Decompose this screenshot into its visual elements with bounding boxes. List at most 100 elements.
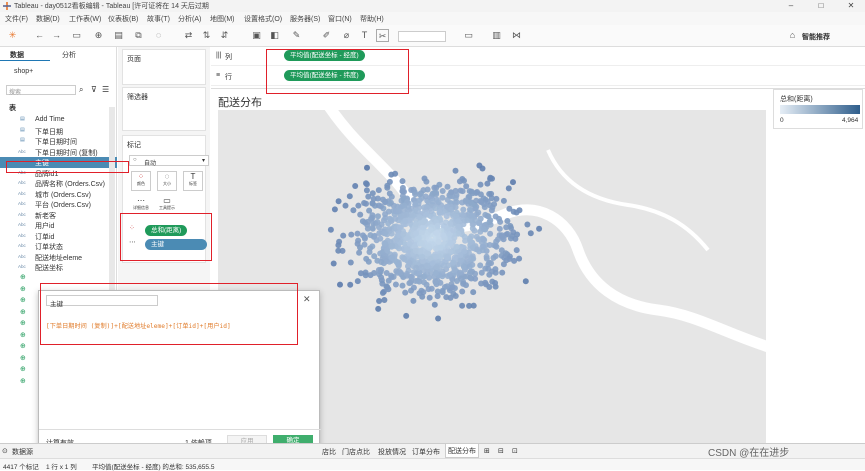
field-item[interactable]: Abc 平台 (Orders.Csv) bbox=[0, 199, 117, 210]
fit-dropdown[interactable] bbox=[398, 31, 446, 42]
map-point bbox=[382, 198, 389, 205]
tableau-home-icon[interactable]: ✳ bbox=[6, 29, 19, 42]
geo-field-icon[interactable]: ⊕ bbox=[20, 285, 26, 293]
menu-help[interactable]: 帮助(H) bbox=[360, 14, 384, 24]
menu-format[interactable]: 设置格式(O) bbox=[244, 14, 282, 24]
color-button[interactable]: ⁘ 颜色 bbox=[131, 171, 151, 191]
field-item[interactable]: Abc 配送坐标 bbox=[0, 262, 117, 273]
geo-field-icon[interactable]: ⊕ bbox=[20, 331, 26, 339]
new-dashboard-tab-icon[interactable]: ⊟ bbox=[498, 447, 504, 455]
field-item[interactable]: Abc 用户id bbox=[0, 220, 117, 231]
field-item[interactable]: ▤ 下单日期 bbox=[0, 126, 117, 137]
map-point bbox=[444, 283, 451, 290]
show-me-icon[interactable]: ⌂ bbox=[786, 29, 799, 42]
sheet-tab-active[interactable]: 配送分布 bbox=[445, 444, 479, 458]
attach-icon[interactable]: ⌀ bbox=[340, 29, 353, 42]
field-item[interactable]: Abc 订单id bbox=[0, 231, 117, 242]
view-list-icon[interactable]: ☰ bbox=[102, 85, 109, 94]
auto-update-icon[interactable]: ◌ bbox=[152, 29, 165, 42]
datasource-tab[interactable]: 数据源 bbox=[12, 447, 33, 457]
geo-field-icon[interactable]: ⊕ bbox=[20, 273, 26, 281]
duplicate-sheet-icon[interactable]: ⧉ bbox=[132, 29, 145, 42]
sort-desc-icon[interactable]: ⇵ bbox=[218, 29, 231, 42]
save-icon[interactable]: ▭ bbox=[70, 29, 83, 42]
highlight-icon[interactable]: ✎ bbox=[290, 29, 303, 42]
field-item[interactable]: Abc 新老客 bbox=[0, 210, 117, 221]
legend-max: 4,964 bbox=[842, 117, 859, 124]
sheet-tab-1[interactable]: 店比 bbox=[322, 447, 336, 457]
map-point bbox=[406, 259, 413, 266]
field-item[interactable]: ▤ 下单日期时间 bbox=[0, 136, 117, 147]
label-button[interactable]: T 标签 bbox=[183, 171, 203, 191]
group-icon[interactable]: ▣ bbox=[250, 29, 263, 42]
search-input[interactable]: 搜索 bbox=[6, 85, 76, 96]
new-datasource-icon[interactable]: ⊕ bbox=[92, 29, 105, 42]
share-icon[interactable]: ⋈ bbox=[510, 29, 523, 42]
new-sheet-tab-icon[interactable]: ⊞ bbox=[484, 447, 490, 455]
color-legend[interactable]: 总和(距离) 0 4,964 bbox=[773, 89, 863, 129]
map-point bbox=[388, 193, 395, 200]
new-sheet-icon[interactable]: ▤ bbox=[112, 29, 125, 42]
menu-worksheet[interactable]: 工作表(W) bbox=[69, 14, 101, 24]
field-label: 订单id bbox=[35, 233, 55, 241]
maximize-button[interactable]: □ bbox=[810, 0, 832, 12]
pin-icon[interactable]: ✂ bbox=[376, 29, 389, 42]
map-point bbox=[355, 202, 362, 209]
sheet-tab-2[interactable]: 门店点比 bbox=[342, 447, 370, 457]
pages-card[interactable]: 页面 bbox=[122, 49, 206, 85]
mark-type-dropdown[interactable]: ○ 自动 ▾ bbox=[129, 155, 209, 167]
datasource-name[interactable]: shop+ bbox=[14, 68, 33, 75]
menu-dashboard[interactable]: 仪表板(B) bbox=[108, 14, 138, 24]
geo-field-icon[interactable]: ⊕ bbox=[20, 319, 26, 327]
field-item[interactable]: Abc 品牌名称 (Orders.Csv) bbox=[0, 178, 117, 189]
tab-analytics[interactable]: 分析 bbox=[62, 50, 76, 60]
map-point bbox=[436, 209, 443, 216]
geo-field-icon[interactable]: ⊕ bbox=[20, 365, 26, 373]
menu-file[interactable]: 文件(F) bbox=[5, 14, 28, 24]
geo-field-icon[interactable]: ⊕ bbox=[20, 342, 26, 350]
geo-field-icon[interactable]: ⊕ bbox=[20, 308, 26, 316]
menu-analysis[interactable]: 分析(A) bbox=[178, 14, 201, 24]
menu-data[interactable]: 数据(D) bbox=[36, 14, 60, 24]
close-icon[interactable]: ✕ bbox=[303, 294, 311, 305]
show-me-button[interactable]: 智能推荐 bbox=[802, 32, 830, 42]
new-story-tab-icon[interactable]: ⊡ bbox=[512, 447, 518, 455]
tab-data[interactable]: 数据 bbox=[10, 50, 24, 60]
menu-window[interactable]: 窗口(N) bbox=[328, 14, 352, 24]
sheet-tab-3[interactable]: 投放情况 bbox=[378, 447, 406, 457]
filter-icon[interactable]: ⊽ bbox=[91, 85, 97, 94]
chart-icon[interactable]: ▥ bbox=[490, 29, 503, 42]
undo-icon[interactable]: ← bbox=[33, 29, 46, 42]
geo-field-icon[interactable]: ⊕ bbox=[20, 377, 26, 385]
filters-card-title: 筛选器 bbox=[127, 94, 148, 101]
map-point bbox=[434, 293, 441, 300]
field-item[interactable]: Abc 订单状态 bbox=[0, 241, 117, 252]
redo-icon[interactable]: → bbox=[50, 29, 63, 42]
sort-asc-icon[interactable]: ⇅ bbox=[200, 29, 213, 42]
map-point bbox=[524, 221, 531, 228]
minimize-button[interactable]: – bbox=[780, 0, 802, 12]
menu-story[interactable]: 故事(T) bbox=[147, 14, 170, 24]
text-icon[interactable]: T bbox=[358, 29, 371, 42]
size-button[interactable]: ◌ 大小 bbox=[157, 171, 177, 191]
label-icon[interactable]: ◧ bbox=[268, 29, 281, 42]
map-point bbox=[453, 243, 460, 250]
menu-map[interactable]: 地图(M) bbox=[210, 14, 235, 24]
search-icon[interactable]: ⌕ bbox=[79, 85, 83, 95]
map-point bbox=[479, 247, 486, 254]
swap-icon[interactable]: ⇄ bbox=[182, 29, 195, 42]
field-item[interactable]: Abc 配送地址eleme bbox=[0, 252, 117, 263]
toolbar: ✳ ← → ▭ ⊕ ▤ ⧉ ◌ ⇄ ⇅ ⇵ ▣ ◧ ✎ ✐ ⌀ T ✂ ▭ ▥ … bbox=[0, 25, 865, 47]
close-window-button[interactable]: ✕ bbox=[840, 0, 862, 12]
menu-server[interactable]: 服务器(S) bbox=[290, 14, 320, 24]
field-item[interactable]: ▤ Add Time bbox=[0, 115, 117, 126]
pen-icon[interactable]: ✐ bbox=[320, 29, 333, 42]
map-point bbox=[401, 256, 408, 263]
field-item[interactable]: Abc 下单日期时间 (复制) bbox=[0, 147, 117, 158]
field-item[interactable]: Abc 城市 (Orders.Csv) bbox=[0, 189, 117, 200]
geo-field-icon[interactable]: ⊕ bbox=[20, 296, 26, 304]
sheet-tab-4[interactable]: 订单分布 bbox=[412, 447, 440, 457]
geo-field-icon[interactable]: ⊕ bbox=[20, 354, 26, 362]
presentation-icon[interactable]: ▭ bbox=[462, 29, 475, 42]
filters-card[interactable]: 筛选器 bbox=[122, 87, 206, 131]
